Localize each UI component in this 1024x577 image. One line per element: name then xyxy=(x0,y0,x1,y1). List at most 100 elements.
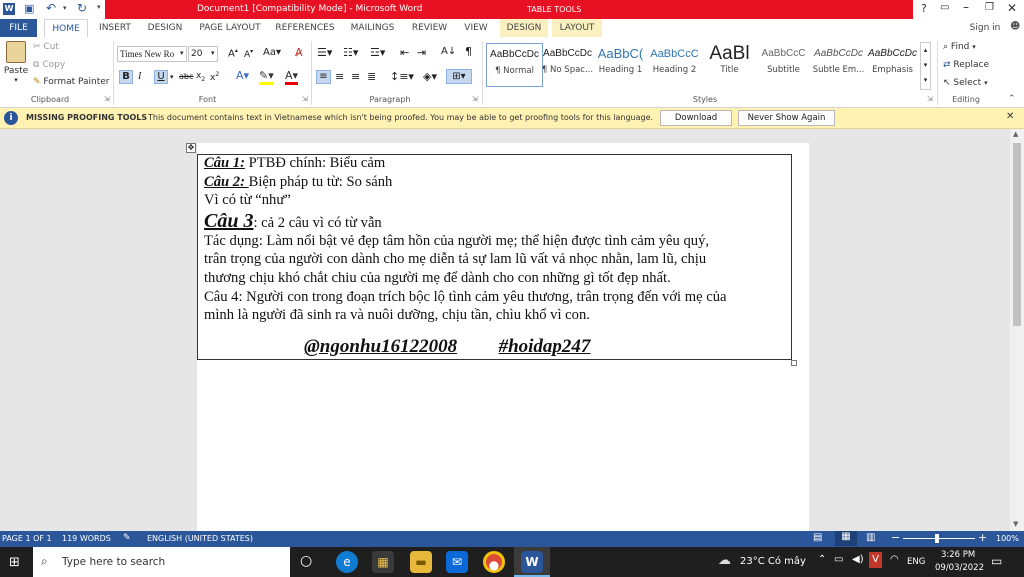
select-button[interactable]: ↖ Select ▾ xyxy=(943,78,988,88)
bullets-icon[interactable]: ☰▾ xyxy=(317,46,332,59)
tab-mailings[interactable]: MAILINGS xyxy=(345,19,400,37)
tab-view[interactable]: VIEW xyxy=(458,19,494,37)
tab-insert[interactable]: INSERT xyxy=(94,19,136,37)
scroll-up-icon[interactable]: ▲ xyxy=(1013,130,1018,138)
language-indicator[interactable]: ENGLISH (UNITED STATES) xyxy=(147,534,253,543)
shading-icon[interactable]: ◈▾ xyxy=(423,70,437,83)
scroll-thumb[interactable] xyxy=(1013,143,1021,326)
notifications-icon[interactable]: ▭ xyxy=(991,554,1002,568)
windows-start-icon[interactable]: ⊞ xyxy=(9,555,20,570)
table-cell[interactable]: Câu 1: PTBĐ chính: Biểu cảm Câu 2: Biện … xyxy=(197,154,792,360)
paragraph-dialog-launcher-icon[interactable]: ⇲ xyxy=(472,95,478,103)
sign-in-link[interactable]: Sign in xyxy=(963,19,1007,37)
account-icon[interactable]: ☻ xyxy=(1010,21,1020,32)
zoom-out-icon[interactable]: − xyxy=(891,531,900,544)
weather-text[interactable]: 23°C Có mây xyxy=(740,556,806,567)
sort-icon[interactable]: A↓ xyxy=(441,46,456,57)
change-case-icon[interactable]: Aa▾ xyxy=(263,47,281,58)
zoom-in-icon[interactable]: + xyxy=(978,531,987,544)
input-language[interactable]: ENG xyxy=(907,557,925,567)
style-heading-2[interactable]: AaBbCcC Heading 2 xyxy=(646,43,703,87)
read-mode-icon[interactable]: ▤ xyxy=(813,532,822,543)
increase-indent-icon[interactable]: ⇥ xyxy=(417,46,426,59)
redo-icon[interactable]: ↻ xyxy=(77,1,87,15)
zoom-level[interactable]: 100% xyxy=(996,534,1019,543)
align-left-icon[interactable]: ≡ xyxy=(316,70,331,84)
print-layout-icon[interactable]: ▦ xyxy=(835,531,857,546)
zoom-slider-thumb[interactable] xyxy=(935,534,939,543)
undo-icon[interactable]: ↶ xyxy=(46,1,56,15)
borders-icon[interactable]: ⊞▾ xyxy=(446,69,472,84)
format-painter-button[interactable]: ✎ Format Painter xyxy=(33,77,110,87)
save-icon[interactable]: ▣ xyxy=(24,2,34,15)
undo-dropdown-icon[interactable]: ▾ xyxy=(63,4,67,12)
store-icon[interactable]: ▦ xyxy=(372,551,394,573)
copy-button[interactable]: ⧉ Copy xyxy=(33,60,65,70)
font-color-icon[interactable]: A▾ xyxy=(285,69,299,85)
word-taskbar-button[interactable]: W xyxy=(514,547,550,577)
grow-font-icon[interactable]: A▴ xyxy=(228,47,238,59)
tab-table-design[interactable]: DESIGN xyxy=(500,19,548,37)
ribbon-display-options-icon[interactable]: ▭ xyxy=(940,2,949,13)
download-button[interactable]: Download xyxy=(660,110,732,126)
collapse-ribbon-icon[interactable]: ⌃ xyxy=(1008,94,1016,104)
tab-references[interactable]: REFERENCES xyxy=(272,19,338,37)
weather-icon[interactable]: ☁ xyxy=(718,553,731,568)
underline-dropdown-icon[interactable]: ▾ xyxy=(170,73,174,81)
subscript-icon[interactable]: x2 xyxy=(196,71,205,83)
clipboard-dialog-launcher-icon[interactable]: ⇲ xyxy=(104,95,110,103)
style-no-spacing[interactable]: AaBbCcDc ¶ No Spac... xyxy=(539,43,596,87)
paste-button[interactable]: Paste ▾ xyxy=(3,41,29,84)
never-show-again-button[interactable]: Never Show Again xyxy=(738,110,835,126)
tab-review[interactable]: REVIEW xyxy=(407,19,452,37)
table-move-handle-icon[interactable]: ✥ xyxy=(186,143,196,153)
scroll-down-icon[interactable]: ▼ xyxy=(1013,520,1018,528)
web-layout-icon[interactable]: ▥ xyxy=(866,532,875,543)
style-subtitle[interactable]: AaBbCcC Subtitle xyxy=(755,43,812,87)
word-count[interactable]: 119 WORDS xyxy=(62,534,111,543)
word-app-icon[interactable]: W xyxy=(3,3,15,15)
align-center-icon[interactable]: ≡ xyxy=(335,70,344,83)
clear-formatting-icon[interactable]: A̷ xyxy=(295,46,303,59)
underline-icon[interactable]: U xyxy=(154,70,168,84)
numbering-icon[interactable]: ☷▾ xyxy=(343,46,358,59)
superscript-icon[interactable]: x2 xyxy=(210,71,219,83)
bold-icon[interactable]: B xyxy=(119,70,133,84)
strikethrough-icon[interactable]: abc xyxy=(179,72,193,81)
justify-icon[interactable]: ≣ xyxy=(367,70,376,83)
minimize-icon[interactable]: – xyxy=(963,0,969,14)
style-emphasis[interactable]: AaBbCcDc Emphasis xyxy=(864,43,921,87)
close-icon[interactable]: ✕ xyxy=(1007,1,1017,15)
shrink-font-icon[interactable]: A▾ xyxy=(244,48,253,60)
restore-icon[interactable]: ❐ xyxy=(985,2,994,13)
multilevel-list-icon[interactable]: ☲▾ xyxy=(370,46,385,59)
replace-button[interactable]: ⇄ Replace xyxy=(943,60,989,70)
align-right-icon[interactable]: ≡ xyxy=(351,70,360,83)
text-effects-icon[interactable]: A▾ xyxy=(236,69,249,82)
antivirus-icon[interactable]: V xyxy=(869,552,882,568)
font-name-box[interactable]: Times New Ro xyxy=(117,46,187,62)
styles-dialog-launcher-icon[interactable]: ⇲ xyxy=(927,95,933,103)
show-paragraph-marks-icon[interactable]: ¶ xyxy=(465,45,472,58)
tab-file[interactable]: FILE xyxy=(0,19,37,37)
chrome-icon[interactable]: ● xyxy=(483,551,505,573)
show-hidden-icons-icon[interactable]: ⌃ xyxy=(818,554,826,565)
font-name-dropdown-icon[interactable]: ▾ xyxy=(180,49,184,57)
tab-page-layout[interactable]: PAGE LAYOUT xyxy=(196,19,264,37)
italic-icon[interactable]: I xyxy=(138,71,141,82)
proofing-icon[interactable]: ✎ xyxy=(123,533,131,543)
styles-scroll-gallery[interactable]: ▴ ▾ ▾ xyxy=(920,42,931,90)
wifi-icon[interactable]: ◠ xyxy=(890,554,899,565)
clock-date[interactable]: 09/03/2022 xyxy=(935,563,984,573)
tab-design[interactable]: DESIGN xyxy=(141,19,189,37)
page-count[interactable]: PAGE 1 OF 1 xyxy=(2,534,52,543)
cortana-icon[interactable]: ○ xyxy=(300,553,312,569)
zoom-slider-track[interactable] xyxy=(903,538,975,539)
customize-quick-access-icon[interactable]: ▾ xyxy=(97,3,101,11)
line-spacing-icon[interactable]: ↕≡▾ xyxy=(390,70,414,83)
style-title[interactable]: AaBl Title xyxy=(701,43,758,87)
decrease-indent-icon[interactable]: ⇤ xyxy=(400,46,409,59)
close-message-icon[interactable]: ✕ xyxy=(1006,111,1014,122)
cut-button[interactable]: ✂ Cut xyxy=(33,42,59,52)
file-explorer-icon[interactable]: ▬ xyxy=(410,551,432,573)
